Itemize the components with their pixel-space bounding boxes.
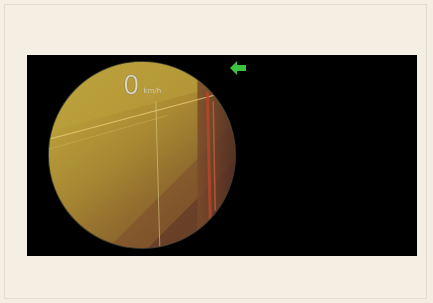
speed-value: 0: [123, 71, 140, 101]
speed-unit: km/h: [143, 87, 162, 95]
display-screen: 0 km/h: [27, 55, 417, 256]
speed-readout: 0 km/h: [123, 69, 162, 101]
arrow-left-icon: [230, 61, 246, 75]
page: 0 km/h: [0, 0, 433, 303]
